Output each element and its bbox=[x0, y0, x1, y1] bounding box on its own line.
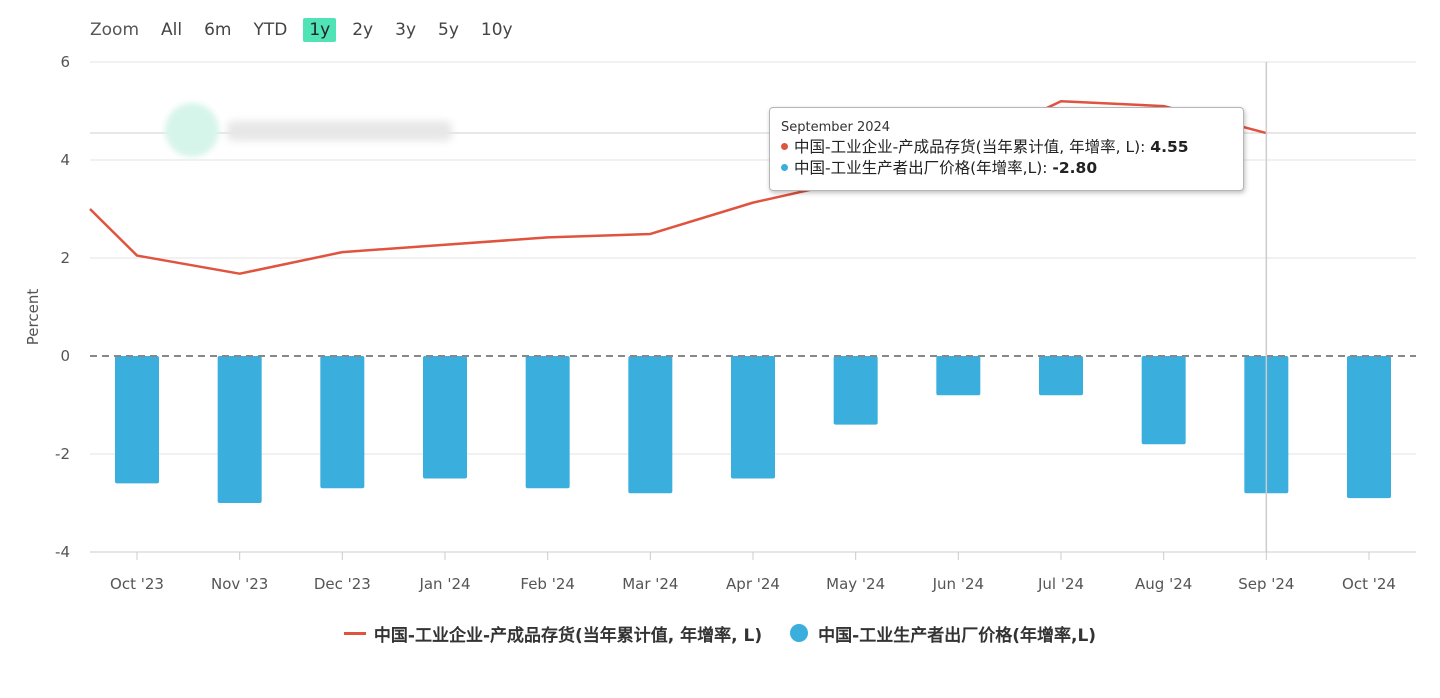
legend-label-ppi: 中国-工业生产者出厂价格(年增率,L) bbox=[818, 625, 1097, 646]
legend-label-inventory: 中国-工业企业-产成品存货(当年累计值, 年增率, L) bbox=[373, 625, 763, 646]
y-tick-label: -4 bbox=[55, 543, 70, 561]
y-tick-label: 2 bbox=[60, 249, 70, 267]
tooltip-name-ppi: 中国-工业生产者出厂价格(年增率,L) bbox=[794, 159, 1043, 177]
y-tick-label: 0 bbox=[60, 347, 70, 365]
bar-ppi bbox=[525, 356, 570, 489]
bar-ppi bbox=[628, 356, 673, 494]
bar-ppi bbox=[1039, 356, 1083, 396]
legend-item-inventory[interactable]: 中国-工业企业-产成品存货(当年累计值, 年增率, L) bbox=[343, 621, 763, 646]
x-tick-label: Sep '24 bbox=[1238, 575, 1294, 593]
x-tick-label: Oct '23 bbox=[110, 575, 164, 593]
tooltip-row-inventory: 中国-工业企业-产成品存货(当年累计值, 年增率, L): 4.55 bbox=[781, 137, 1232, 158]
bar-ppi bbox=[423, 356, 467, 479]
x-tick-label: Oct '24 bbox=[1342, 575, 1396, 593]
x-tick-label: Nov '23 bbox=[211, 575, 268, 593]
tooltip-dot-ppi bbox=[781, 164, 788, 171]
tooltip-title: September 2024 bbox=[781, 120, 891, 135]
x-tick-label: Feb '24 bbox=[520, 575, 575, 593]
tooltip-name-inventory: 中国-工业企业-产成品存货(当年累计值, 年增率, L) bbox=[794, 138, 1141, 156]
tooltip-value-inventory: 4.55 bbox=[1150, 138, 1189, 156]
bar-ppi bbox=[1347, 356, 1391, 499]
bar-ppi bbox=[833, 356, 878, 425]
y-tick-label: 4 bbox=[60, 151, 70, 169]
blurred-watermark-logo bbox=[165, 103, 465, 157]
bar-ppi bbox=[1141, 356, 1186, 445]
tooltip-row-ppi: 中国-工业生产者出厂价格(年增率,L): -2.80 bbox=[781, 158, 1232, 179]
x-tick-label: Jan '24 bbox=[418, 575, 470, 593]
x-tick-label: Aug '24 bbox=[1135, 575, 1192, 593]
x-tick-label: Jul '24 bbox=[1037, 575, 1084, 593]
x-tick-label: Dec '23 bbox=[314, 575, 371, 593]
y-axis-title: Percent bbox=[24, 289, 42, 346]
x-tick-label: Mar '24 bbox=[622, 575, 678, 593]
chart-tooltip: September 2024 中国-工业企业-产成品存货(当年累计值, 年增率,… bbox=[769, 107, 1244, 191]
bar-ppi bbox=[936, 356, 981, 396]
bar-ppi bbox=[320, 356, 365, 489]
x-tick-label: Apr '24 bbox=[726, 575, 780, 593]
bar-ppi bbox=[217, 356, 262, 503]
chart-legend: 中国-工业企业-产成品存货(当年累计值, 年增率, L) 中国-工业生产者出厂价… bbox=[0, 618, 1440, 648]
legend-dot-swatch bbox=[790, 624, 809, 642]
legend-line-swatch bbox=[343, 631, 366, 635]
y-tick-label: -2 bbox=[55, 445, 70, 463]
bar-ppi bbox=[731, 356, 775, 479]
tooltip-value-ppi: -2.80 bbox=[1052, 159, 1098, 177]
bar-ppi bbox=[115, 356, 159, 484]
x-tick-label: May '24 bbox=[826, 575, 885, 593]
y-tick-label: 6 bbox=[60, 53, 70, 71]
x-tick-label: Jun '24 bbox=[932, 575, 984, 593]
legend-item-ppi[interactable]: 中国-工业生产者出厂价格(年增率,L) bbox=[790, 621, 1096, 646]
tooltip-dot-inventory bbox=[781, 143, 788, 150]
